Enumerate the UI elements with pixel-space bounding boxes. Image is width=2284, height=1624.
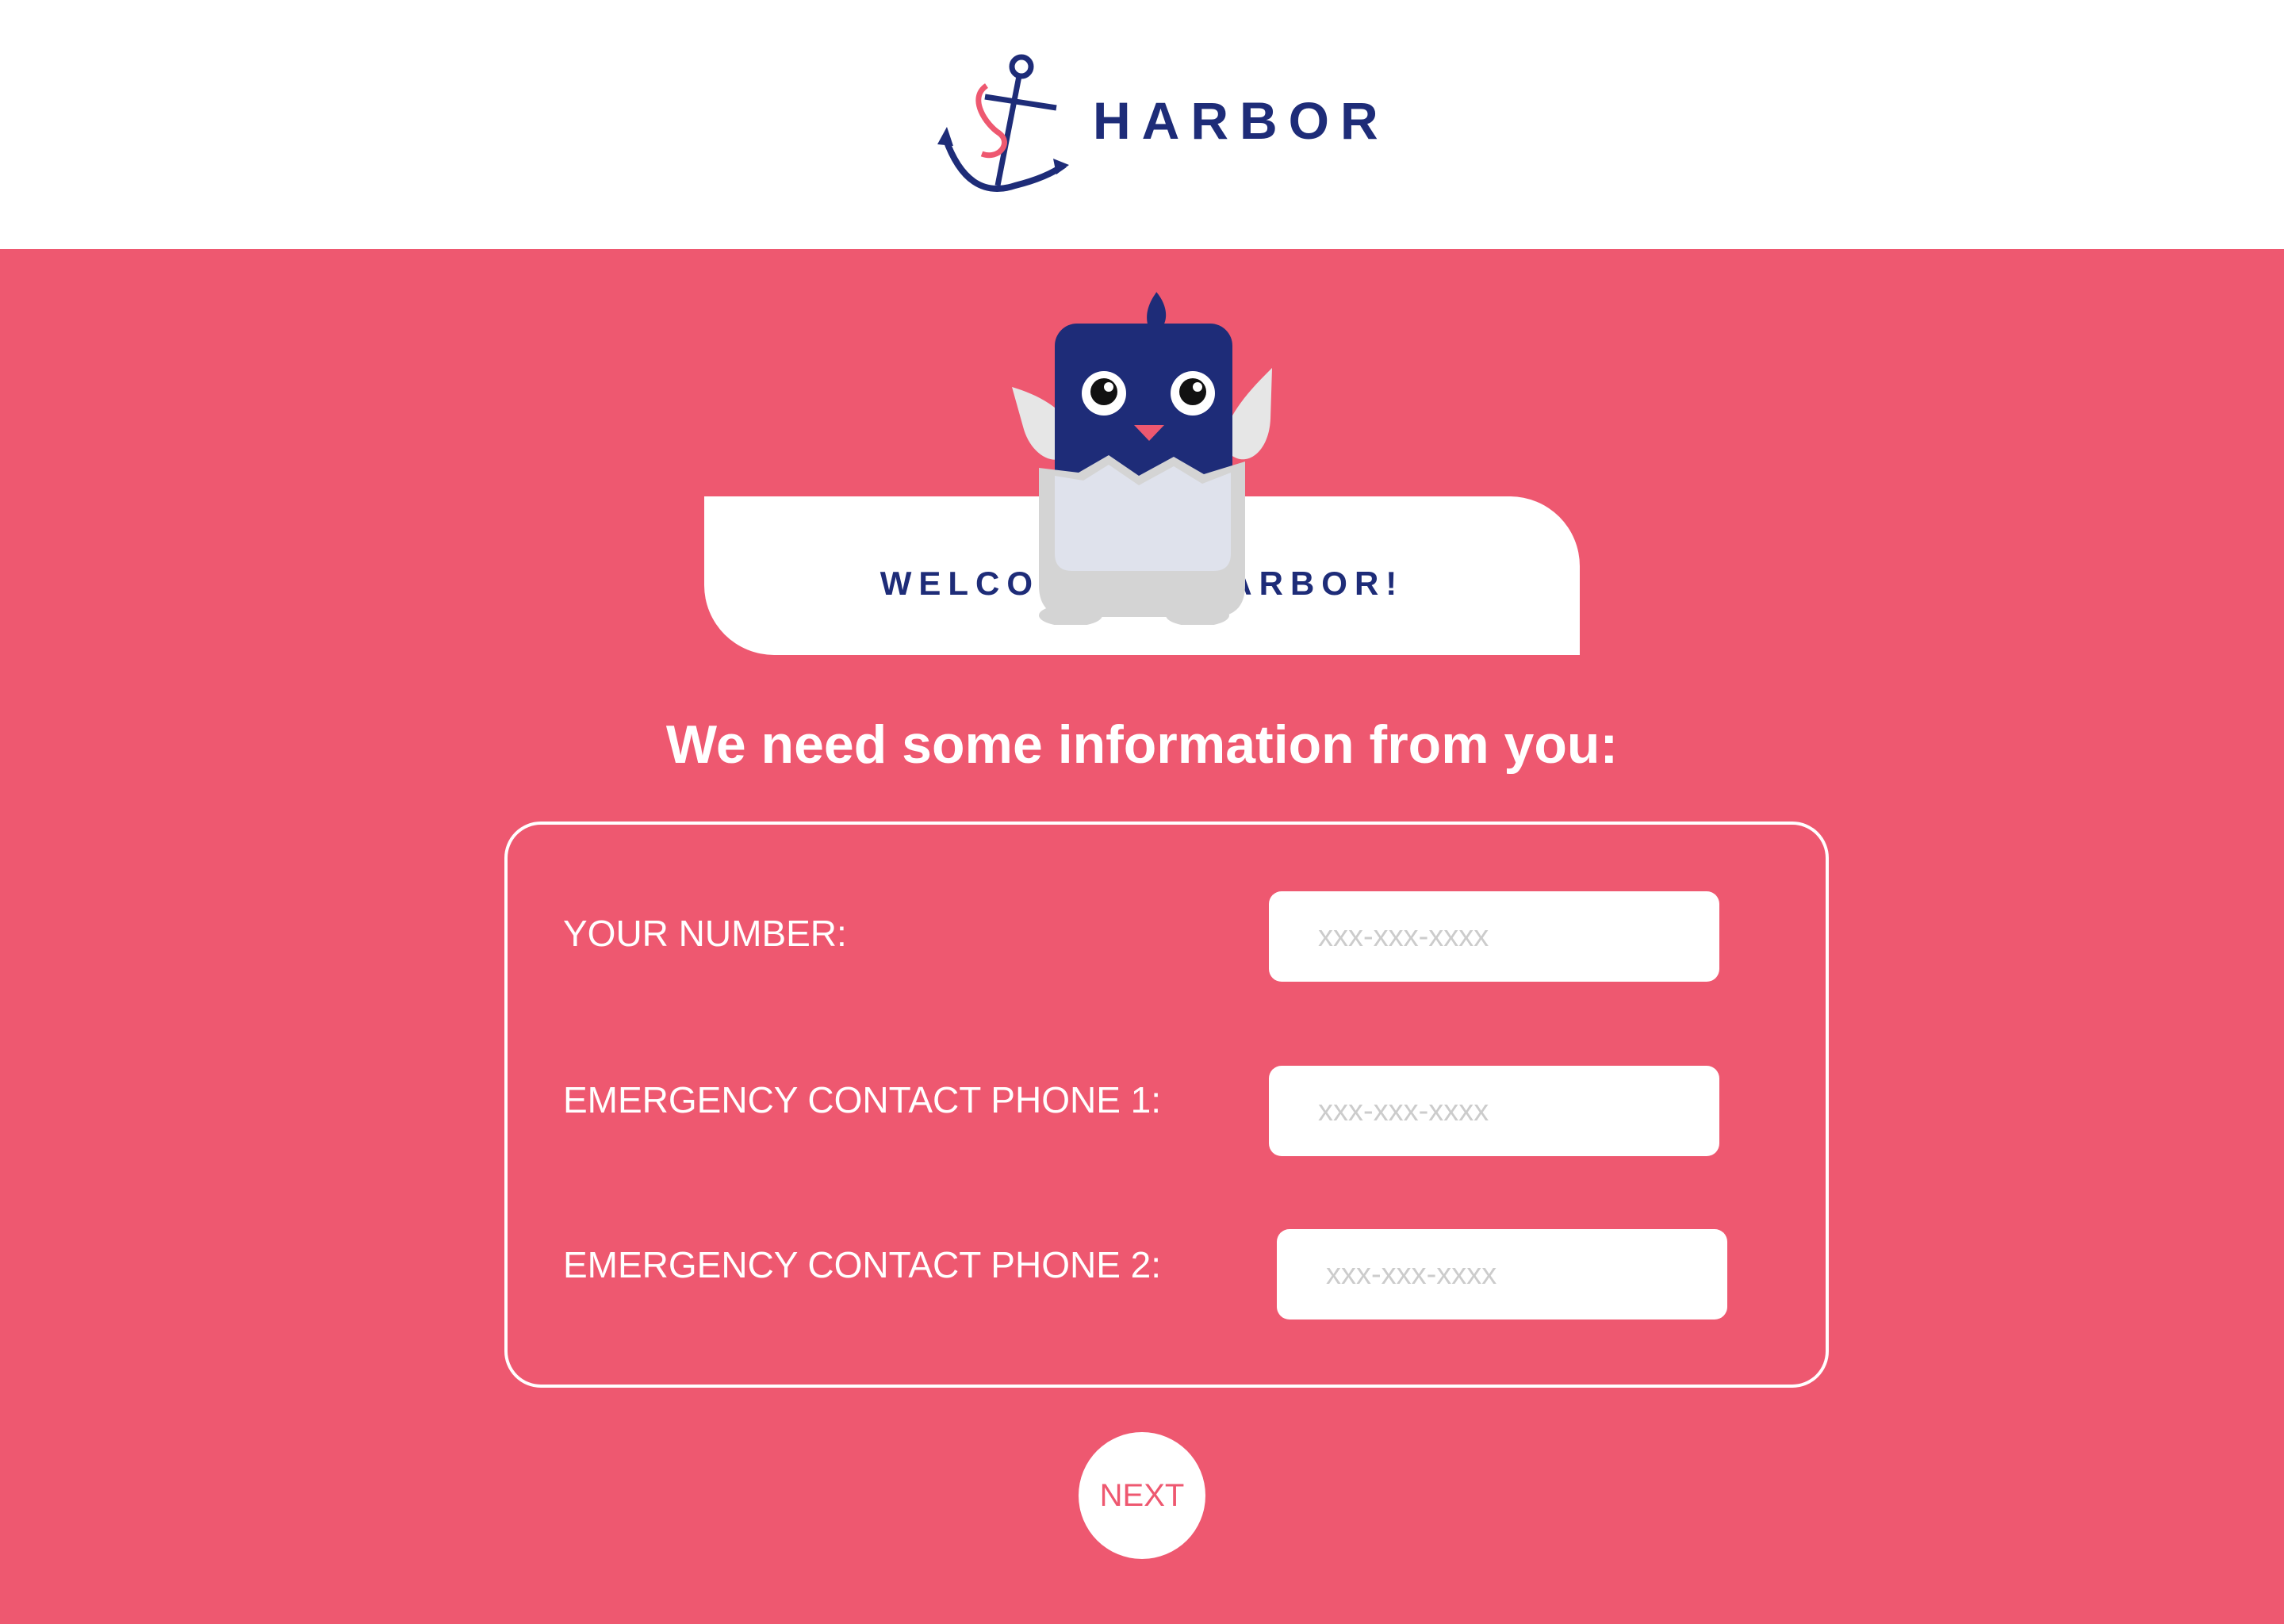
- emergency-contact-2-input[interactable]: [1277, 1229, 1727, 1320]
- anchor-icon: [937, 54, 1069, 192]
- emergency-contact-1-label: EMERGENCY CONTACT PHONE 1:: [563, 1079, 1162, 1120]
- your-number-input[interactable]: [1269, 891, 1719, 982]
- contact-form: YOUR NUMBER: EMERGENCY CONTACT PHONE 1: …: [504, 822, 1829, 1388]
- your-number-label: YOUR NUMBER:: [563, 913, 847, 954]
- emergency-contact-1-input[interactable]: [1269, 1066, 1719, 1156]
- bird-in-egg-icon: [1012, 292, 1272, 625]
- next-button[interactable]: NEXT: [1079, 1432, 1205, 1559]
- emergency-contact-2-label: EMERGENCY CONTACT PHONE 2:: [563, 1244, 1162, 1285]
- top-bar: HARBOR: [0, 0, 2284, 249]
- brand-name: HARBOR: [1093, 91, 1389, 150]
- brand[interactable]: HARBOR: [936, 51, 1380, 201]
- page-heading: We need some information from you:: [665, 714, 1619, 775]
